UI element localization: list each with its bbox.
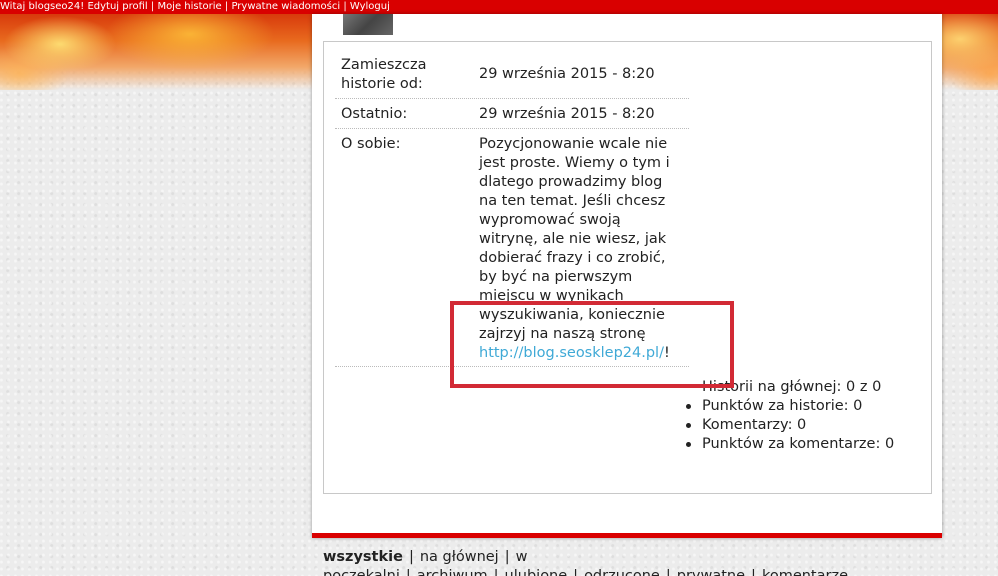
nav-separator: | (573, 568, 579, 576)
panel-bottom-border (312, 533, 942, 538)
private-messages-link[interactable]: Prywatne wiadomości (231, 1, 340, 12)
row-divider (335, 98, 689, 99)
avatar (343, 14, 393, 35)
stories-filter-nav: wszystkie | na głównej | w poczekalni | archiw… (323, 548, 983, 576)
stat-item-story-points: Punktów za historie: 0 (684, 397, 894, 416)
since-value: 29 września 2015 - 8:20 (479, 66, 655, 82)
toolbar-separator: | (224, 1, 229, 12)
stats-list: Historii na głównej: 0 z 0 Punktów za hi… (684, 378, 894, 454)
nav-separator: | (751, 568, 756, 576)
greeting-text: Witaj blogseo24! (0, 1, 85, 12)
edit-profile-link[interactable]: Edytuj profil (87, 1, 147, 12)
filter-private[interactable]: prywatne (677, 568, 745, 576)
filter-all[interactable]: wszystkie (323, 549, 403, 565)
my-stories-link[interactable]: Moje historie (157, 1, 221, 12)
nav-separator: | (504, 549, 510, 565)
nav-separator: | (665, 568, 671, 576)
filter-archive[interactable]: archiwum (417, 568, 488, 576)
highlight-annotation-box (450, 301, 734, 388)
filter-favorites[interactable]: ulubione (505, 568, 568, 576)
about-label: O sobie: (341, 136, 401, 152)
row-divider (335, 128, 689, 129)
toolbar-separator: | (343, 1, 347, 12)
since-label: Zamieszcza historie od: (341, 57, 427, 92)
nav-separator: | (405, 568, 411, 576)
logout-link[interactable]: Wyloguj (350, 1, 390, 12)
stat-item-comments: Komentarzy: 0 (684, 416, 894, 435)
last-active-value: 29 września 2015 - 8:20 (479, 106, 655, 122)
stat-item-comment-points: Punktów za komentarze: 0 (684, 435, 894, 454)
nav-separator: | (493, 568, 499, 576)
filter-rejected[interactable]: odrzucone (584, 568, 660, 576)
user-toolbar: Witaj blogseo24! Edytuj profil | Moje hi… (0, 0, 998, 14)
toolbar-separator: | (150, 1, 155, 12)
filter-comments[interactable]: komentarze (762, 568, 848, 576)
nav-separator: | (408, 549, 414, 565)
last-active-label: Ostatnio: (341, 106, 408, 122)
filter-main-page[interactable]: na głównej (420, 549, 499, 565)
